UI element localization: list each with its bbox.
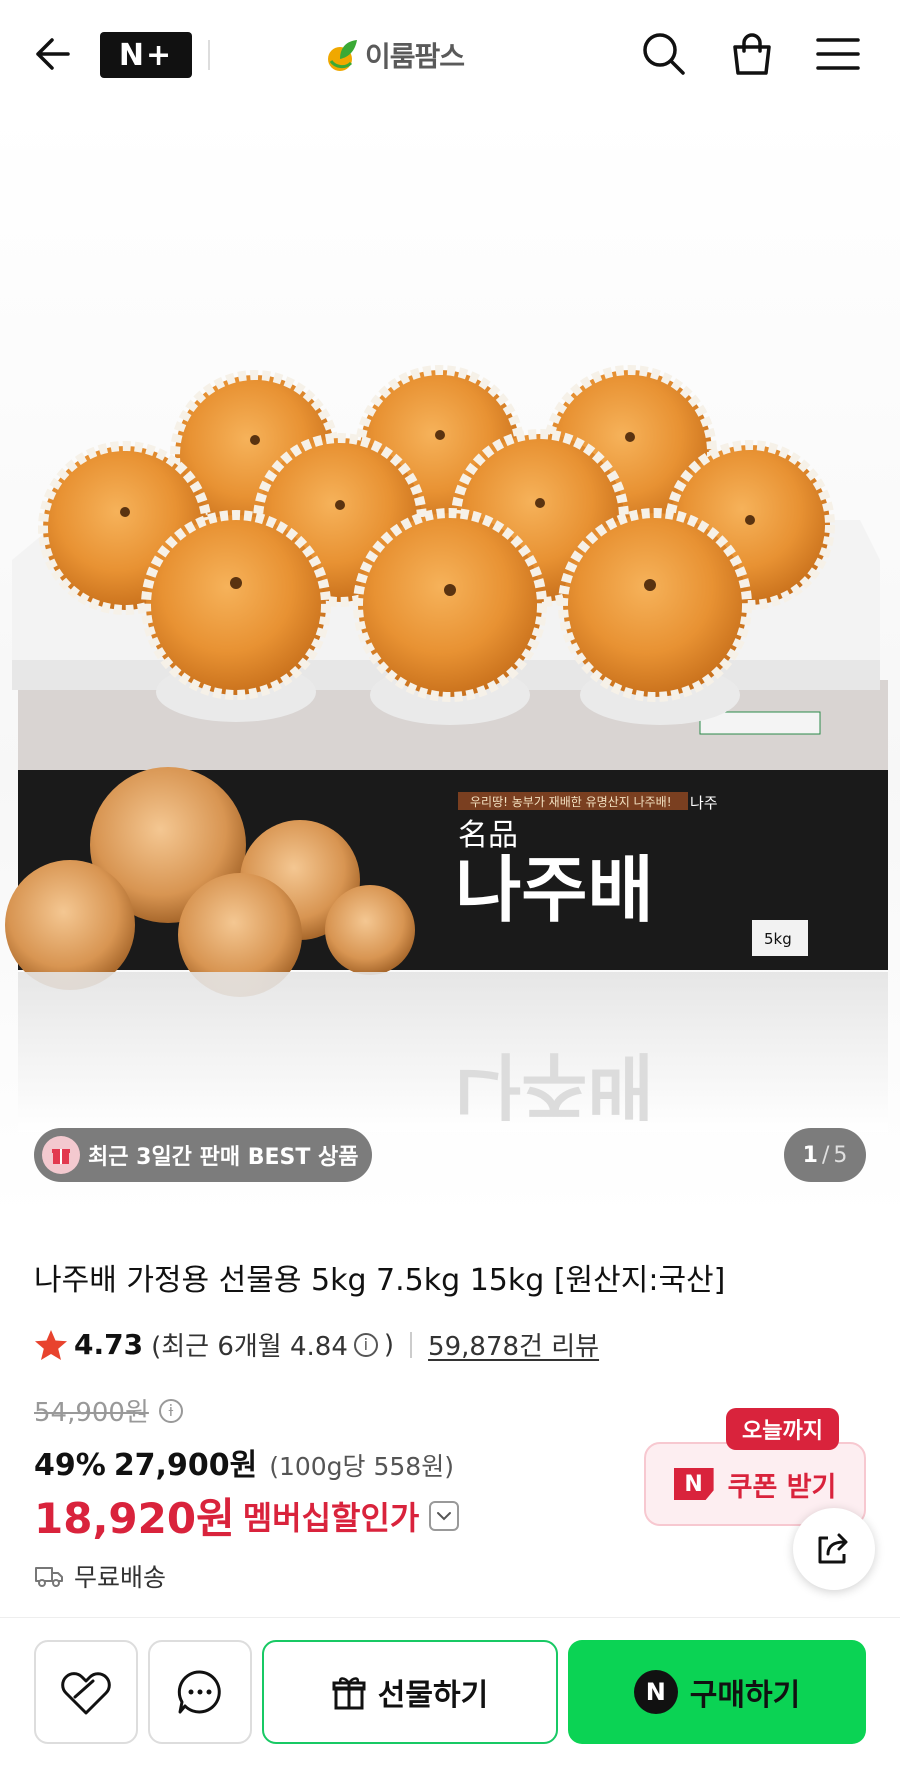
buy-button[interactable]: N 구매하기 (568, 1640, 866, 1744)
image-total: 5 (833, 1142, 848, 1168)
box-banner-text: 우리땅! 농부가 재배한 유명산지 나주배! (470, 795, 672, 809)
box-name-text: 나주배 (455, 848, 654, 932)
box-weight-text: 5kg (764, 930, 792, 948)
cart-button[interactable] (724, 26, 780, 82)
menu-button[interactable] (810, 26, 866, 82)
original-price: 54,900원 i (34, 1392, 187, 1429)
star-icon (35, 1329, 67, 1360)
naver-n-icon: N (673, 1468, 714, 1500)
header: N+ 이룸팜스 (0, 0, 900, 111)
info-icon[interactable]: i (353, 1332, 378, 1357)
best-product-badge: 최근 3일간 판매 BEST 상품 (34, 1128, 372, 1182)
chevron-down-icon (437, 1511, 452, 1520)
discount-rate: 49% (34, 1448, 106, 1483)
search-button[interactable] (636, 26, 692, 82)
box-region-text: 나주 (690, 794, 718, 812)
arrow-left-icon (36, 38, 70, 70)
chat-button[interactable] (148, 1640, 252, 1744)
rating-value: 4.73 (74, 1328, 144, 1361)
chat-bubble-icon (177, 1670, 221, 1714)
recent-rating-close: ) (383, 1329, 395, 1360)
search-icon (643, 33, 685, 75)
membership-logo[interactable]: N+ (100, 32, 192, 78)
product-title: 나주배 가정용 선물용 5kg 7.5kg 15kg [원산지:국산] (34, 1263, 726, 1298)
heart-icon (61, 1672, 111, 1715)
unit-price: (100g당 558원) (269, 1452, 454, 1481)
rating-row: 4.73 (최근 6개월 4.84 i ) 59,878건 리뷰 (34, 1326, 599, 1363)
price-info-icon[interactable]: i (158, 1398, 183, 1423)
like-button[interactable] (34, 1640, 138, 1744)
store-logo[interactable]: 이룸팜스 (325, 32, 465, 78)
leaf-logo-icon (328, 40, 357, 71)
naver-pay-icon: N (633, 1670, 678, 1714)
share-button[interactable] (793, 1508, 875, 1590)
gift-button[interactable]: 선물하기 (262, 1640, 558, 1744)
pear-gift-box-photo: 우리땅! 농부가 재배한 유명산지 나주배! 나주 名品 나주배 5kg 나주배 (5, 365, 888, 1132)
header-divider (208, 40, 210, 70)
recent-rating: (최근 6개월 4.84 i ) (151, 1326, 394, 1363)
shopping-bag-icon (733, 33, 771, 75)
sale-price: 27,900원 (113, 1448, 258, 1483)
price-row: 49% 27,900원 (100g당 558원) (34, 1440, 454, 1484)
membership-price: 18,920원 (34, 1494, 235, 1543)
review-count-link[interactable]: 59,878건 리뷰 (428, 1326, 599, 1363)
shipping-label: 무료배송 (74, 1563, 167, 1592)
coupon-deadline-badge: 오늘까지 (726, 1408, 839, 1450)
buy-button-label: 구매하기 (689, 1678, 801, 1713)
store-name: 이룸팜스 (365, 40, 465, 73)
recent-rating-text: (최근 6개월 4.84 (151, 1332, 348, 1362)
membership-price-row: 18,920원 멤버십할인가 (34, 1485, 460, 1546)
gift-box-icon (332, 1677, 366, 1710)
membership-price-label: 멤버십할인가 (242, 1498, 420, 1537)
gift-button-label: 선물하기 (377, 1678, 489, 1713)
coupon-label: 쿠폰 받기 (727, 1471, 837, 1503)
image-counter-separator: / (821, 1142, 830, 1168)
original-price-value: 54,900원 (34, 1398, 149, 1428)
best-badge-label: 최근 3일간 판매 BEST 상품 (88, 1145, 359, 1170)
hamburger-menu-icon (816, 38, 860, 70)
image-counter: 1 / 5 (784, 1128, 866, 1182)
membership-expand-button[interactable] (429, 1500, 460, 1531)
back-button[interactable] (24, 26, 80, 82)
gift-icon (42, 1136, 80, 1174)
shipping-info: 무료배송 (34, 1558, 166, 1594)
truck-icon (35, 1567, 63, 1587)
share-icon (818, 1533, 848, 1564)
image-current-index: 1 (802, 1142, 818, 1168)
rating-divider (410, 1331, 413, 1358)
box-name-reflection: 나주배 (455, 1043, 654, 1127)
product-image[interactable]: 우리땅! 농부가 재배한 유명산지 나주배! 나주 名品 나주배 5kg 나주배 (0, 110, 900, 1220)
